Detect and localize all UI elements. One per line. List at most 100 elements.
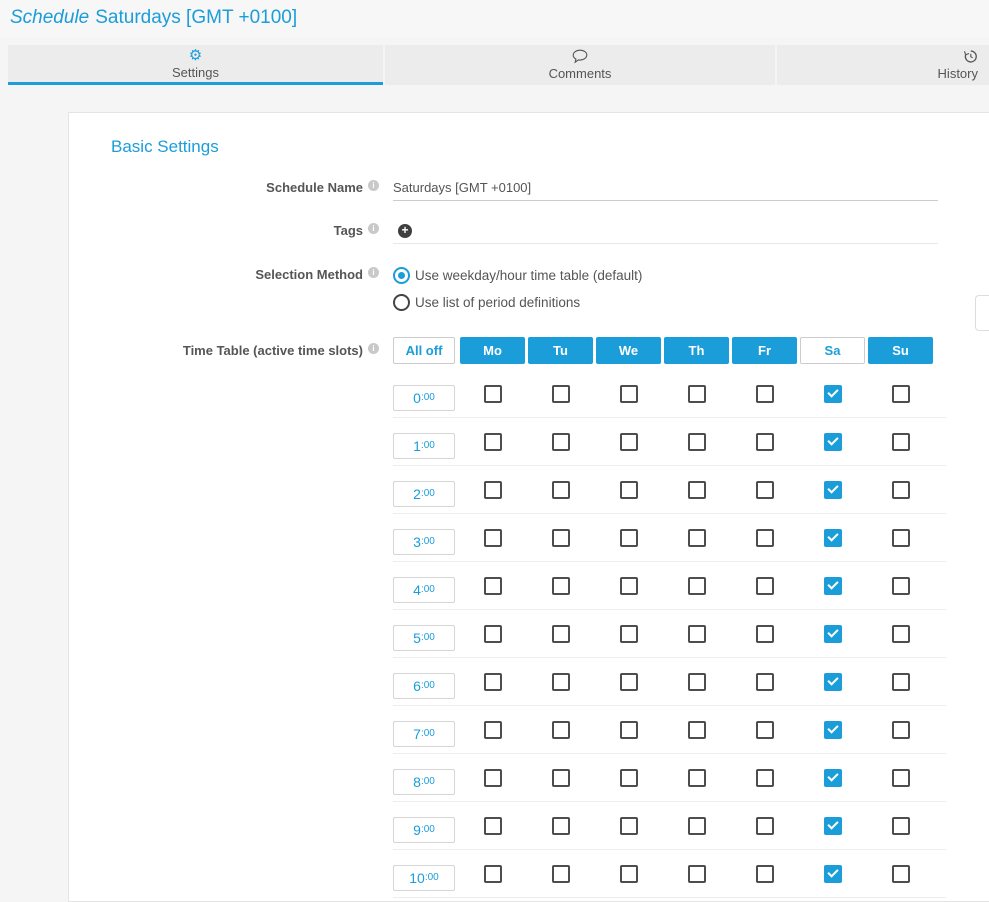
timetable-checkbox-we-0:00[interactable] [620,385,638,403]
timetable-checkbox-th-6:00[interactable] [688,673,706,691]
timetable-checkbox-mo-2:00[interactable] [484,481,502,499]
radio-icon-unselected[interactable] [393,294,410,311]
info-icon[interactable]: i [368,223,379,234]
timetable-checkbox-sa-3:00[interactable] [824,529,842,547]
time-slot-button-2:00[interactable]: 2:00 [393,481,455,507]
side-panel-handle[interactable] [975,295,989,331]
timetable-checkbox-th-3:00[interactable] [688,529,706,547]
timetable-checkbox-su-7:00[interactable] [892,721,910,739]
day-column-button-tu[interactable]: Tu [528,337,593,364]
all-off-button[interactable]: All off [393,337,455,364]
timetable-checkbox-we-4:00[interactable] [620,577,638,595]
time-slot-button-8:00[interactable]: 8:00 [393,769,455,795]
tab-history[interactable]: History [777,45,989,85]
timetable-checkbox-su-9:00[interactable] [892,817,910,835]
info-icon[interactable]: i [368,180,379,191]
timetable-checkbox-we-5:00[interactable] [620,625,638,643]
day-column-button-th[interactable]: Th [664,337,729,364]
timetable-checkbox-we-8:00[interactable] [620,769,638,787]
timetable-checkbox-fr-7:00[interactable] [756,721,774,739]
timetable-checkbox-fr-10:00[interactable] [756,865,774,883]
timetable-checkbox-th-8:00[interactable] [688,769,706,787]
timetable-checkbox-th-7:00[interactable] [688,721,706,739]
timetable-checkbox-su-2:00[interactable] [892,481,910,499]
timetable-checkbox-fr-4:00[interactable] [756,577,774,595]
timetable-checkbox-tu-5:00[interactable] [552,625,570,643]
timetable-checkbox-fr-5:00[interactable] [756,625,774,643]
timetable-checkbox-sa-6:00[interactable] [824,673,842,691]
timetable-checkbox-we-9:00[interactable] [620,817,638,835]
timetable-checkbox-sa-4:00[interactable] [824,577,842,595]
timetable-checkbox-tu-7:00[interactable] [552,721,570,739]
plus-circle-icon[interactable]: + [398,224,412,238]
timetable-checkbox-tu-6:00[interactable] [552,673,570,691]
time-slot-button-3:00[interactable]: 3:00 [393,529,455,555]
timetable-checkbox-tu-1:00[interactable] [552,433,570,451]
timetable-checkbox-mo-8:00[interactable] [484,769,502,787]
day-column-button-mo[interactable]: Mo [460,337,525,364]
timetable-checkbox-mo-1:00[interactable] [484,433,502,451]
tab-comments[interactable]: Comments [385,45,775,85]
timetable-checkbox-th-5:00[interactable] [688,625,706,643]
time-slot-button-4:00[interactable]: 4:00 [393,577,455,603]
timetable-checkbox-sa-2:00[interactable] [824,481,842,499]
timetable-checkbox-th-1:00[interactable] [688,433,706,451]
timetable-checkbox-fr-1:00[interactable] [756,433,774,451]
timetable-checkbox-th-10:00[interactable] [688,865,706,883]
timetable-checkbox-fr-2:00[interactable] [756,481,774,499]
timetable-checkbox-su-5:00[interactable] [892,625,910,643]
timetable-checkbox-mo-6:00[interactable] [484,673,502,691]
info-icon[interactable]: i [368,267,379,278]
timetable-checkbox-mo-5:00[interactable] [484,625,502,643]
timetable-checkbox-mo-7:00[interactable] [484,721,502,739]
radio-option-timetable[interactable]: Use weekday/hour time table (default) [393,262,642,289]
radio-icon-selected[interactable] [393,267,410,284]
timetable-checkbox-we-3:00[interactable] [620,529,638,547]
timetable-checkbox-we-10:00[interactable] [620,865,638,883]
day-column-button-we[interactable]: We [596,337,661,364]
timetable-checkbox-th-4:00[interactable] [688,577,706,595]
timetable-checkbox-su-10:00[interactable] [892,865,910,883]
schedule-name-input[interactable]: Saturdays [GMT +0100] [393,175,938,201]
timetable-checkbox-we-6:00[interactable] [620,673,638,691]
timetable-checkbox-sa-0:00[interactable] [824,385,842,403]
timetable-checkbox-fr-0:00[interactable] [756,385,774,403]
info-icon[interactable]: i [368,343,379,354]
day-column-button-su[interactable]: Su [868,337,933,364]
timetable-checkbox-tu-10:00[interactable] [552,865,570,883]
timetable-checkbox-th-0:00[interactable] [688,385,706,403]
timetable-checkbox-tu-4:00[interactable] [552,577,570,595]
time-slot-button-5:00[interactable]: 5:00 [393,625,455,651]
tags-input[interactable]: + [393,218,938,244]
timetable-checkbox-mo-4:00[interactable] [484,577,502,595]
timetable-checkbox-sa-7:00[interactable] [824,721,842,739]
timetable-checkbox-tu-2:00[interactable] [552,481,570,499]
timetable-checkbox-mo-0:00[interactable] [484,385,502,403]
timetable-checkbox-fr-3:00[interactable] [756,529,774,547]
timetable-checkbox-mo-3:00[interactable] [484,529,502,547]
time-slot-button-9:00[interactable]: 9:00 [393,817,455,843]
timetable-checkbox-su-6:00[interactable] [892,673,910,691]
timetable-checkbox-sa-8:00[interactable] [824,769,842,787]
timetable-checkbox-th-9:00[interactable] [688,817,706,835]
timetable-checkbox-mo-9:00[interactable] [484,817,502,835]
time-slot-button-7:00[interactable]: 7:00 [393,721,455,747]
time-slot-button-0:00[interactable]: 0:00 [393,385,455,411]
timetable-checkbox-sa-10:00[interactable] [824,865,842,883]
timetable-checkbox-tu-9:00[interactable] [552,817,570,835]
timetable-checkbox-su-8:00[interactable] [892,769,910,787]
timetable-checkbox-sa-9:00[interactable] [824,817,842,835]
timetable-checkbox-su-0:00[interactable] [892,385,910,403]
tab-settings[interactable]: ⚙ Settings [8,45,383,85]
timetable-checkbox-su-3:00[interactable] [892,529,910,547]
time-slot-button-10:00[interactable]: 10:00 [393,865,455,891]
day-column-button-sa[interactable]: Sa [800,337,865,364]
timetable-checkbox-fr-9:00[interactable] [756,817,774,835]
timetable-checkbox-su-1:00[interactable] [892,433,910,451]
timetable-checkbox-fr-6:00[interactable] [756,673,774,691]
timetable-checkbox-tu-3:00[interactable] [552,529,570,547]
day-column-button-fr[interactable]: Fr [732,337,797,364]
timetable-checkbox-th-2:00[interactable] [688,481,706,499]
timetable-checkbox-sa-1:00[interactable] [824,433,842,451]
timetable-checkbox-su-4:00[interactable] [892,577,910,595]
